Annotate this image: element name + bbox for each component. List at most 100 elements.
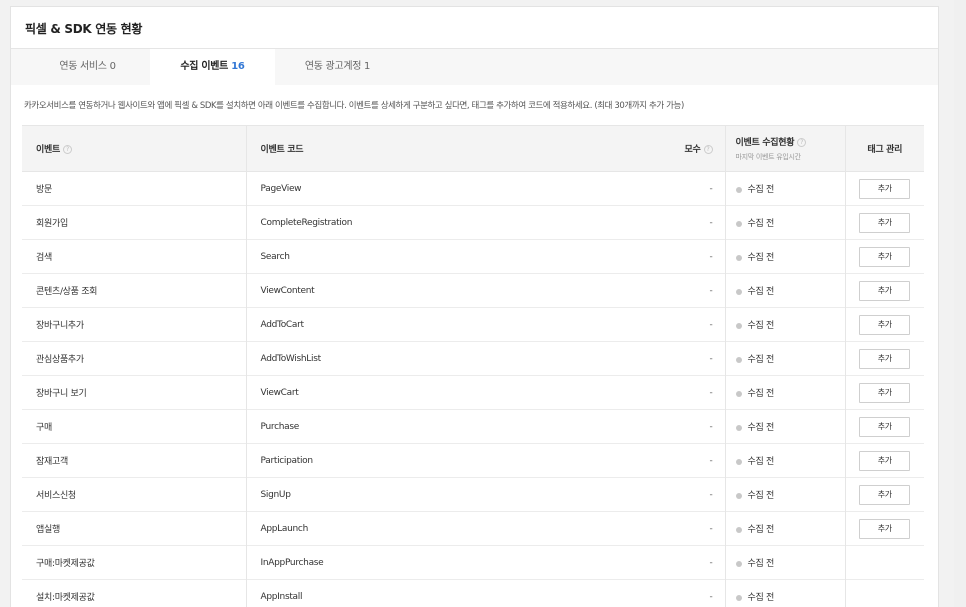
tab-label: 연동 광고계정 bbox=[304, 61, 362, 72]
tab-bar: 연동 서비스 0 수집 이벤트 16 연동 광고계정 1 bbox=[11, 49, 938, 85]
help-icon[interactable]: ? bbox=[62, 145, 72, 154]
tag-cell bbox=[845, 580, 924, 607]
add-tag-button[interactable]: 추가 bbox=[859, 450, 911, 471]
table-row: 회원가입 CompleteRegistration - 수집 전 추가 bbox=[22, 205, 924, 240]
tag-cell: 추가 bbox=[845, 308, 924, 342]
tab-linked-services[interactable]: 연동 서비스 0 bbox=[25, 49, 150, 85]
tag-cell: 추가 bbox=[845, 206, 924, 240]
add-tag-button[interactable]: 추가 bbox=[859, 314, 911, 335]
event-count: - bbox=[659, 239, 726, 274]
tab-collected-events[interactable]: 수집 이벤트 16 bbox=[150, 49, 275, 85]
status-label: 수집 전 bbox=[747, 253, 775, 263]
table-row: 설치:마켓제공값 AppInstall - 수집 전 bbox=[22, 579, 924, 607]
table-row: 구매 Purchase - 수집 전 추가 bbox=[22, 409, 924, 444]
status-dot-icon bbox=[735, 356, 742, 363]
status-dot-icon bbox=[735, 424, 742, 431]
add-tag-button[interactable]: 추가 bbox=[859, 178, 911, 199]
status-label: 수집 전 bbox=[747, 321, 775, 331]
event-status: 수집 전 bbox=[725, 375, 846, 410]
header-tag: 태그 관리 bbox=[867, 145, 903, 155]
header-event-code: 이벤트 코드 bbox=[245, 125, 659, 172]
event-count: - bbox=[659, 307, 726, 342]
event-count: - bbox=[659, 477, 726, 512]
tag-cell bbox=[845, 546, 924, 580]
event-code: AppLaunch bbox=[245, 511, 659, 546]
tag-cell: 추가 bbox=[845, 342, 924, 376]
status-dot-icon bbox=[735, 560, 742, 567]
help-icon[interactable]: ? bbox=[797, 138, 807, 147]
event-status: 수집 전 bbox=[725, 239, 846, 274]
table-row: 구매:마켓제공값 InAppPurchase - 수집 전 bbox=[22, 545, 924, 580]
event-name: 앱실행 bbox=[36, 525, 60, 535]
table-row: 잠재고객 Participation - 수집 전 추가 bbox=[22, 443, 924, 478]
event-code: CompleteRegistration bbox=[245, 205, 659, 240]
event-status: 수집 전 bbox=[725, 341, 846, 376]
event-name: 구매:마켓제공값 bbox=[36, 559, 95, 569]
status-label: 수집 전 bbox=[747, 219, 775, 229]
status-label: 수집 전 bbox=[747, 389, 775, 399]
event-name: 장바구니 보기 bbox=[36, 389, 87, 399]
event-code: AddToCart bbox=[245, 307, 659, 342]
tab-label: 연동 서비스 bbox=[59, 61, 107, 72]
add-tag-button[interactable]: 추가 bbox=[859, 416, 911, 437]
tag-cell: 추가 bbox=[845, 512, 924, 546]
event-count: - bbox=[659, 171, 726, 206]
event-status: 수집 전 bbox=[725, 579, 846, 607]
page-scrollbar[interactable] bbox=[954, 0, 966, 607]
tag-cell: 추가 bbox=[845, 478, 924, 512]
panel-title: 픽셀 & SDK 연동 현황 bbox=[25, 22, 143, 36]
add-tag-button[interactable]: 추가 bbox=[859, 246, 911, 267]
status-label: 수집 전 bbox=[747, 525, 775, 535]
add-tag-button[interactable]: 추가 bbox=[859, 518, 911, 539]
event-name: 잠재고객 bbox=[36, 457, 68, 467]
add-tag-button[interactable]: 추가 bbox=[859, 484, 911, 505]
tag-cell: 추가 bbox=[845, 240, 924, 274]
add-tag-button[interactable]: 추가 bbox=[859, 382, 911, 403]
help-icon[interactable]: ? bbox=[703, 145, 713, 154]
event-count: - bbox=[659, 205, 726, 240]
event-status: 수집 전 bbox=[725, 443, 846, 478]
status-label: 수집 전 bbox=[747, 355, 775, 365]
table-row: 방문 PageView - 수집 전 추가 bbox=[22, 171, 924, 206]
event-status: 수집 전 bbox=[725, 273, 846, 308]
event-name: 구매 bbox=[36, 423, 52, 433]
header-event: 이벤트? bbox=[22, 126, 246, 172]
table-row: 서비스신청 SignUp - 수집 전 추가 bbox=[22, 477, 924, 512]
event-count: - bbox=[659, 375, 726, 410]
add-tag-button[interactable]: 추가 bbox=[859, 212, 911, 233]
event-status: 수집 전 bbox=[725, 545, 846, 580]
event-status: 수집 전 bbox=[725, 307, 846, 342]
event-status: 수집 전 bbox=[725, 205, 846, 240]
tag-cell: 추가 bbox=[845, 410, 924, 444]
event-code: InAppPurchase bbox=[245, 545, 659, 580]
event-code: Purchase bbox=[245, 409, 659, 444]
table-row: 검색 Search - 수집 전 추가 bbox=[22, 239, 924, 274]
panel-header: 픽셀 & SDK 연동 현황 bbox=[11, 7, 938, 49]
tab-count: 0 bbox=[109, 61, 116, 72]
event-code: PageView bbox=[245, 171, 659, 206]
status-dot-icon bbox=[735, 220, 742, 227]
status-label: 수집 전 bbox=[747, 457, 775, 467]
table-header-row: 이벤트? 이벤트 코드 모수? 이벤트 수집현황? 마지막 이벤트 유입시간 태그… bbox=[22, 125, 924, 172]
event-status: 수집 전 bbox=[725, 171, 846, 206]
table-row: 콘텐츠/상품 조회 ViewContent - 수집 전 추가 bbox=[22, 273, 924, 308]
tab-count: 1 bbox=[364, 61, 371, 72]
event-status: 수집 전 bbox=[725, 409, 846, 444]
event-code: ViewContent bbox=[245, 273, 659, 308]
event-name: 서비스신청 bbox=[36, 491, 76, 501]
status-dot-icon bbox=[735, 288, 742, 295]
event-name: 관심상품추가 bbox=[36, 355, 84, 365]
event-name: 회원가입 bbox=[36, 219, 68, 229]
status-label: 수집 전 bbox=[747, 185, 775, 195]
add-tag-button[interactable]: 추가 bbox=[859, 348, 911, 369]
tab-linked-ad-accounts[interactable]: 연동 광고계정 1 bbox=[275, 49, 400, 85]
event-name: 설치:마켓제공값 bbox=[36, 593, 95, 603]
table-row: 장바구니추가 AddToCart - 수집 전 추가 bbox=[22, 307, 924, 342]
add-tag-button[interactable]: 추가 bbox=[859, 280, 911, 301]
event-code: ViewCart bbox=[245, 375, 659, 410]
header-count: 모수? bbox=[659, 125, 726, 172]
event-count: - bbox=[659, 511, 726, 546]
status-dot-icon bbox=[735, 390, 742, 397]
event-count: - bbox=[659, 341, 726, 376]
status-dot-icon bbox=[735, 186, 742, 193]
